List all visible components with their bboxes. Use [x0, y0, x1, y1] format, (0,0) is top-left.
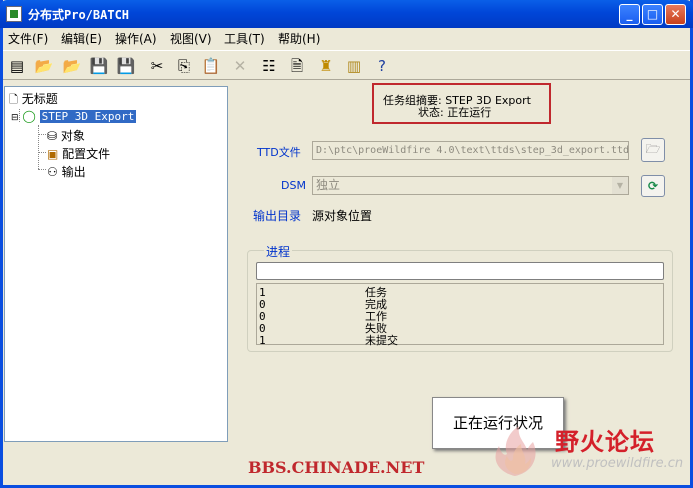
open-icon[interactable]: 📂 [62, 56, 82, 76]
refresh-button[interactable]: ⟳ [641, 175, 665, 197]
stat-row-done: 0 完成 [259, 299, 559, 311]
output-dir-label: 输出目录 [253, 209, 302, 223]
menu-tools[interactable]: 工具(T) [224, 30, 265, 47]
collapse-icon[interactable]: ⊟ [11, 113, 19, 123]
stat-value: 1 [259, 334, 266, 347]
help-icon[interactable]: ? [372, 56, 392, 76]
forum-watermark: BBS.CHINADE.NET [248, 458, 425, 477]
delete-icon[interactable]: ✕ [230, 56, 250, 76]
menu-action[interactable]: 操作(A) [115, 30, 157, 47]
tree-item-config[interactable]: ▣ 配置文件 [47, 145, 110, 162]
tree-task[interactable]: ⊟ ◯ STEP 3D Export [11, 109, 137, 123]
save-icon[interactable]: 💾 [89, 56, 109, 76]
window-title: 分布式Pro/BATCH [28, 8, 130, 22]
dsm-select[interactable]: 独立 ▼ [312, 176, 629, 195]
app-window: 分布式Pro/BATCH _ □ ✕ 文件(F) 编辑(E) 操作(A) 视图(… [0, 0, 693, 488]
menu-bar: 文件(F) 编辑(E) 操作(A) 视图(V) 工具(T) 帮助(H) [3, 28, 690, 48]
ttd-label: TTD文件 [257, 146, 301, 159]
tree-item-output[interactable]: ⚇ 输出 [47, 163, 86, 180]
tree-item-label: 配置文件 [62, 147, 111, 161]
menu-file[interactable]: 文件(F) [8, 30, 48, 47]
save-all-icon[interactable]: 💾 [116, 56, 136, 76]
menu-view[interactable]: 视图(V) [170, 30, 212, 47]
title-bar[interactable]: 分布式Pro/BATCH _ □ ✕ [0, 0, 693, 28]
menu-help[interactable]: 帮助(H) [278, 30, 320, 47]
cut-icon[interactable]: ✂ [147, 56, 167, 76]
stat-row-working: 0 工作 [259, 311, 559, 323]
new-batch-icon[interactable]: ▤ [7, 56, 27, 76]
chevron-down-icon[interactable]: ▼ [612, 177, 628, 194]
logo-url: www.proewildfire.cn [551, 456, 684, 471]
browse-button[interactable]: 🗁 [641, 138, 665, 162]
app-icon [6, 6, 22, 22]
ttd-file-field[interactable]: D:\ptc\proeWildfire 4.0\text\ttds\step_3… [312, 141, 629, 160]
task-status-icon: ◯ [22, 109, 36, 123]
execute-icon[interactable]: ♜ [316, 56, 336, 76]
config-file-icon: ▣ [47, 147, 59, 161]
logo-text: 野火论坛 [555, 428, 655, 456]
stat-label: 未提交 [365, 334, 398, 347]
tree-root[interactable]: 🗋 无标题 [9, 90, 58, 110]
document-icon: 🗋 [9, 93, 18, 106]
flame-icon [495, 426, 536, 476]
document-icon[interactable]: 🗎 [287, 56, 307, 76]
stat-row-unsubmitted: 1 未提交 [259, 335, 559, 347]
copy-icon[interactable]: ⎘ [174, 56, 194, 76]
stat-row-failed: 0 失败 [259, 323, 559, 335]
toolbar: ▤ 📂 📂 💾 💾 ✂ ⎘ 📋 ✕ ☷ 🗎 ♜ ▥ ? [3, 50, 690, 80]
output-dir-value: 源对象位置 [312, 209, 373, 223]
summary-status: 状态: 正在运行 [418, 106, 492, 119]
tree-item-label: 对象 [60, 129, 85, 143]
dsm-label: DSM [281, 179, 306, 192]
maximize-button[interactable]: □ [642, 4, 663, 25]
dsm-value: 独立 [316, 178, 341, 192]
glasses-icon: ⚇ [47, 165, 58, 179]
progress-bar [256, 262, 664, 280]
properties-icon[interactable]: ☷ [259, 56, 279, 76]
report-icon[interactable]: ▥ [344, 56, 364, 76]
open-folder-icon[interactable]: 📂 [34, 56, 54, 76]
tree-task-label: STEP 3D Export [39, 110, 137, 123]
paste-icon[interactable]: 📋 [201, 56, 221, 76]
tree-item-objects[interactable]: ⛁ 对象 [47, 127, 85, 144]
database-icon: ⛁ [47, 129, 58, 143]
progress-stats: 1 任务 0 完成 0 工作 0 失败 1 未提交 [256, 283, 664, 347]
minimize-button[interactable]: _ [619, 4, 640, 25]
open-folder-icon: 🗁 [645, 142, 661, 156]
refresh-icon: ⟳ [647, 179, 659, 193]
progress-title: 进程 [264, 243, 293, 260]
close-button[interactable]: ✕ [665, 4, 686, 25]
progress-group: 进程 1 任务 0 完成 0 工作 0 失败 1 未提交 [247, 243, 673, 352]
tree-item-label: 输出 [61, 165, 86, 179]
batch-tree: 🗋 无标题 ⊟ ◯ STEP 3D Export ⛁ 对象 ▣ 配置文件 ⚇ 输… [4, 86, 228, 442]
menu-edit[interactable]: 编辑(E) [61, 30, 102, 47]
stat-row-total: 1 任务 [259, 287, 559, 299]
site-logo: 野火论坛 www.proewildfire.cn [485, 422, 685, 480]
tree-root-label: 无标题 [21, 92, 58, 106]
